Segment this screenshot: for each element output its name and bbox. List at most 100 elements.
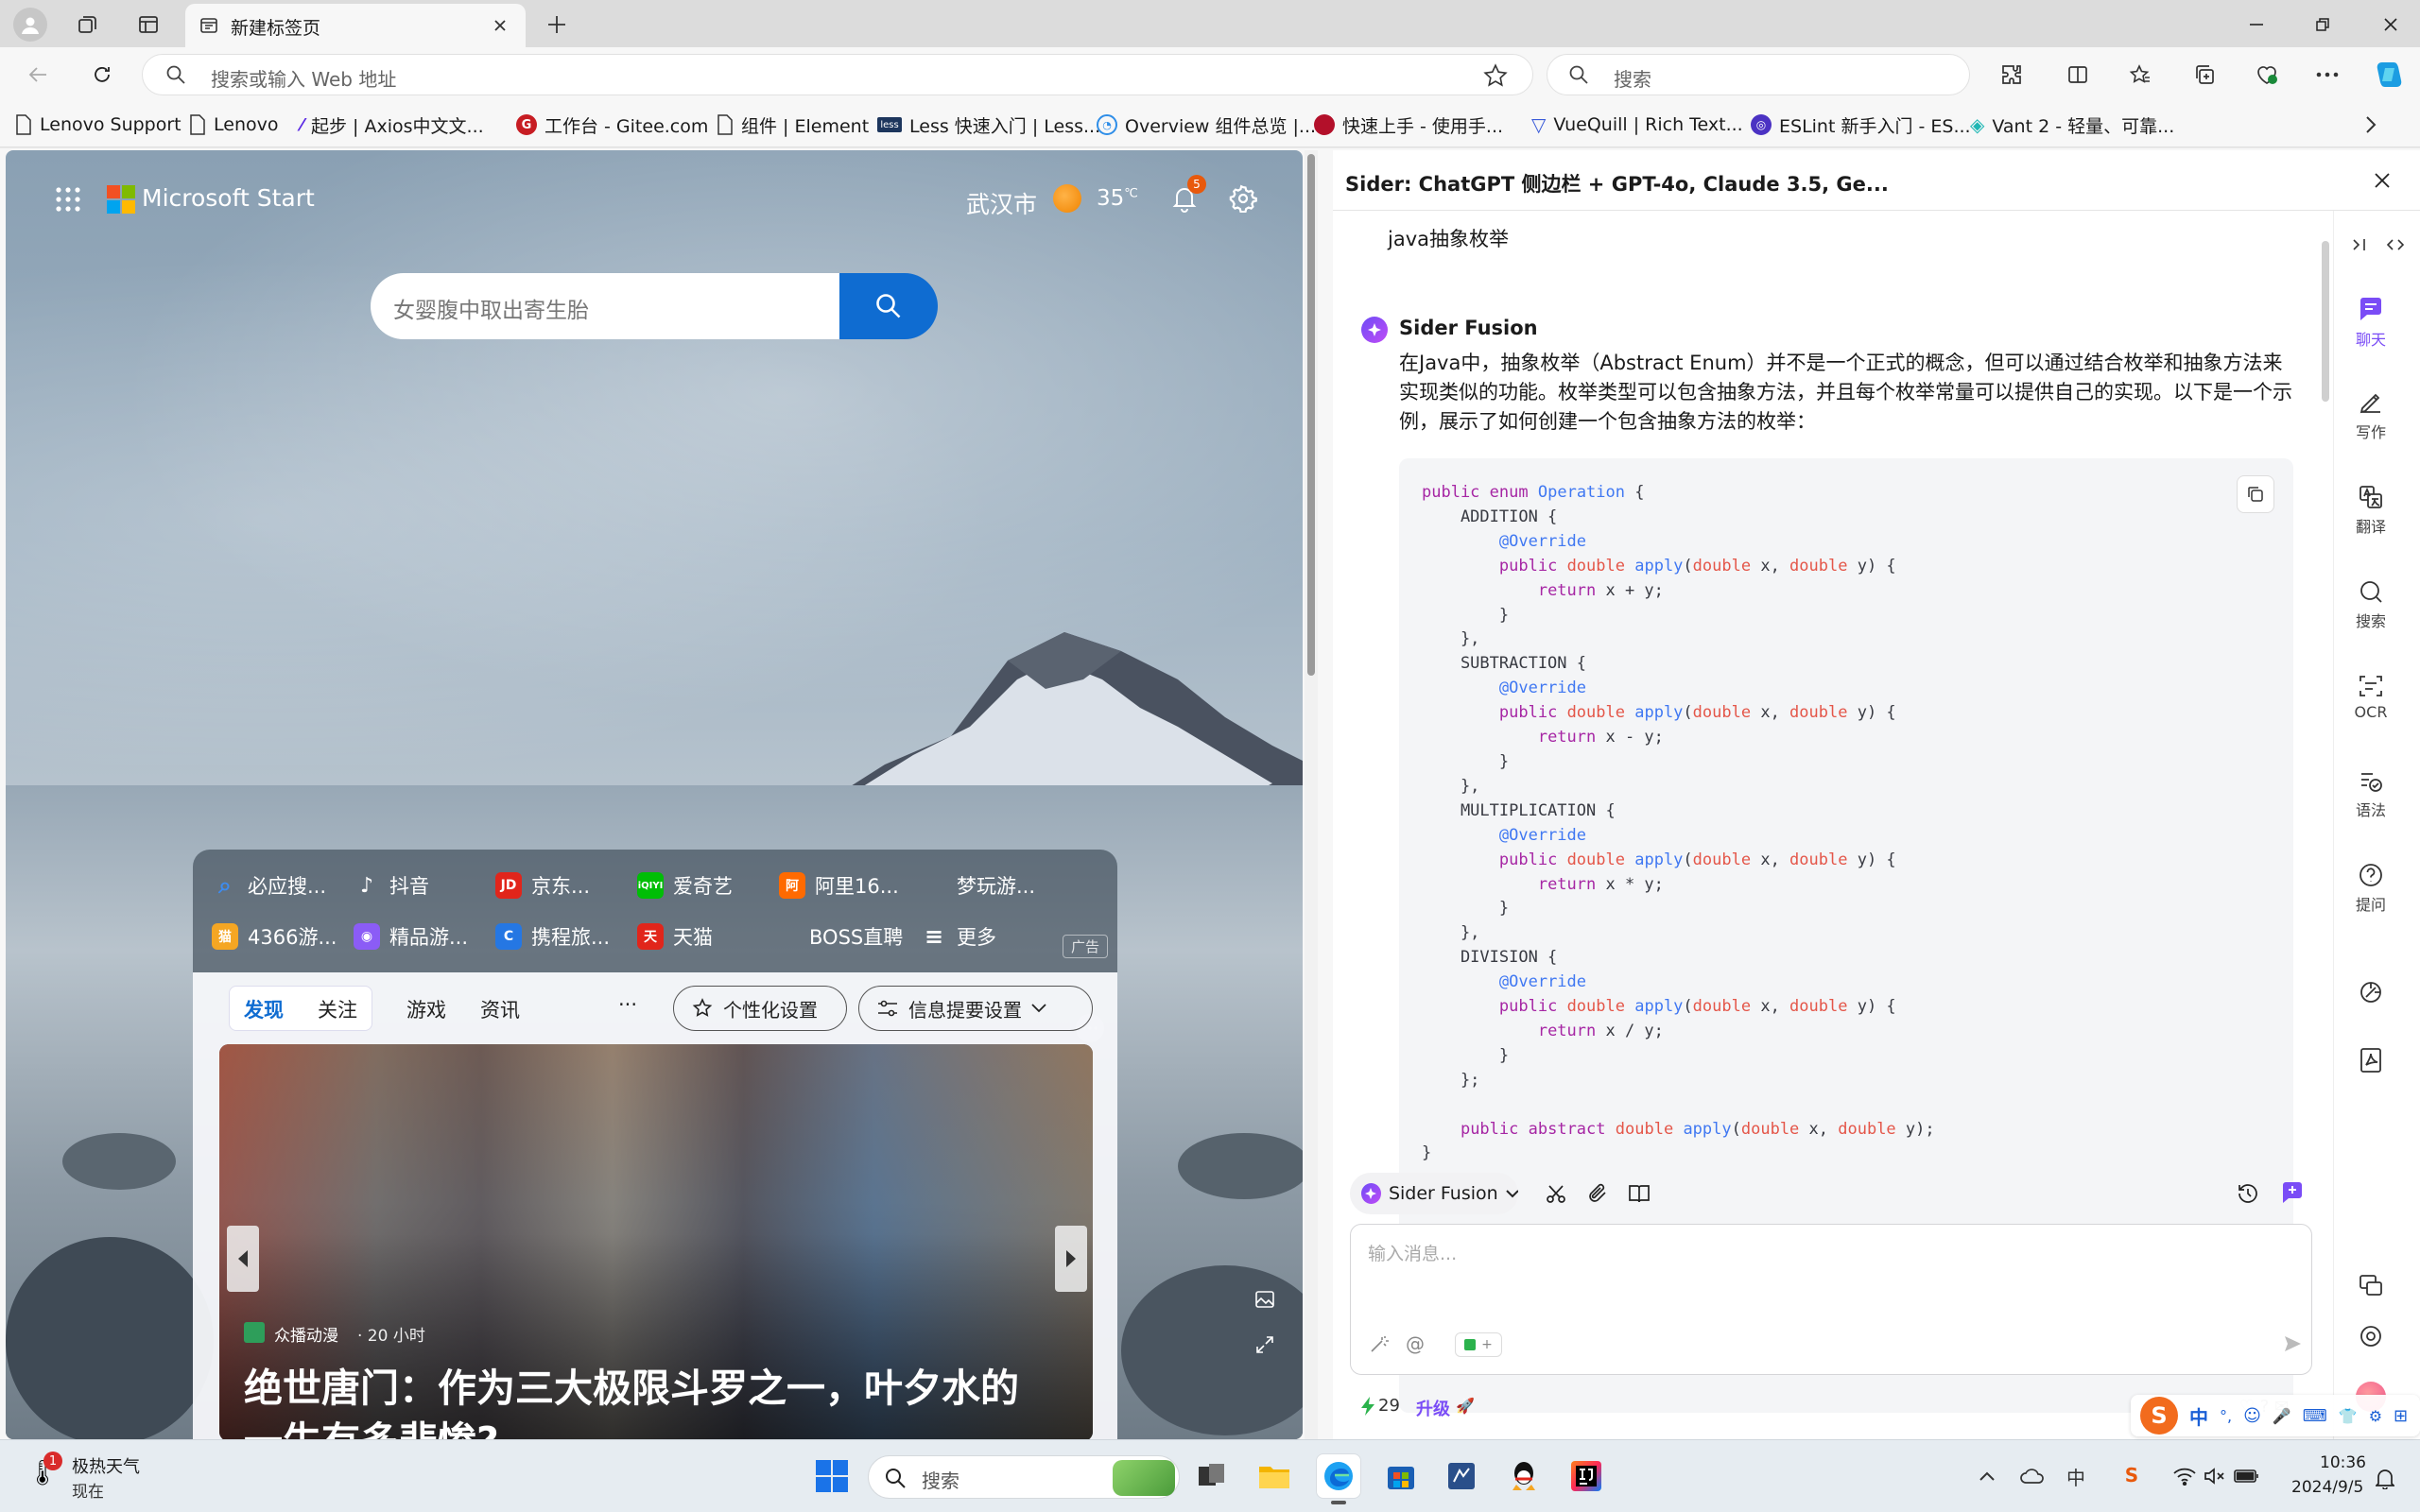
back-icon[interactable] <box>23 60 53 89</box>
shortcuts-more-button[interactable]: ≡ 更多 <box>921 918 996 955</box>
settings-more-icon[interactable] <box>2312 60 2342 89</box>
article-source[interactable]: 众播动漫 <box>274 1322 338 1346</box>
rail-search[interactable]: 搜索 <box>2342 578 2399 631</box>
favorites-icon[interactable] <box>2125 60 2155 89</box>
favorite-item[interactable]: ◔ Overview 组件总览 |... <box>1097 111 1316 139</box>
message-input[interactable]: 输入消息... @ + <box>1350 1224 2312 1375</box>
ime-emoji-icon[interactable]: ☺ <box>2243 1406 2261 1426</box>
refresh-icon[interactable] <box>87 60 117 89</box>
web-search-box[interactable]: 女婴腹中取出寄生胎 <box>371 273 845 339</box>
weather-city[interactable]: 武汉市 <box>966 186 1037 220</box>
tab-games[interactable]: 游戏 <box>406 995 446 1023</box>
ime-toolbox-icon[interactable]: ⊞ <box>2394 1406 2408 1426</box>
brand-title[interactable]: Microsoft Start <box>142 184 315 212</box>
scrollbar-thumb[interactable] <box>1307 154 1315 676</box>
sider-settings-icon[interactable] <box>2356 1321 2386 1351</box>
image-info-icon[interactable] <box>1252 1286 1278 1313</box>
shortcut-item[interactable]: iQIYI 爱奇艺 <box>637 867 733 904</box>
article-card[interactable]: 众播动漫 · 20 小时 绝世唐门：作为三大极限斗罗之一，叶夕水的一生有多悲惨? <box>219 1044 1093 1439</box>
carousel-next-icon[interactable] <box>1055 1226 1087 1292</box>
carousel-prev-icon[interactable] <box>227 1226 259 1292</box>
clock-time[interactable]: 10:36 <box>2320 1453 2366 1472</box>
favorite-star-icon[interactable] <box>1483 63 1508 88</box>
file-explorer-button[interactable] <box>1252 1453 1297 1499</box>
reading-icon[interactable] <box>1626 1180 1652 1207</box>
rail-chat[interactable]: 聊天 <box>2342 295 2399 350</box>
expand-icon[interactable] <box>1252 1332 1278 1358</box>
task-view-button[interactable] <box>1189 1453 1235 1499</box>
scissors-icon[interactable] <box>1543 1180 1569 1207</box>
browser-search-box[interactable]: 搜索 <box>1547 54 1970 95</box>
workspaces-icon[interactable] <box>72 9 104 40</box>
send-icon[interactable] <box>2281 1332 2304 1355</box>
shortcut-item[interactable]: 阿阿里16... <box>779 867 899 904</box>
history-icon[interactable] <box>2235 1180 2261 1207</box>
weather-title[interactable]: 极热天气 <box>72 1453 140 1478</box>
favorite-item[interactable]: ▽ VueQuill | Rich Text... <box>1531 111 1743 139</box>
tray-overflow-chevron-icon[interactable] <box>1976 1465 1998 1487</box>
favorite-item[interactable]: less Less 快速入门 | Less... <box>877 111 1100 139</box>
rail-grammar[interactable]: 语法 <box>2342 767 2399 820</box>
shortcut-item[interactable]: JD 京东... <box>495 867 590 904</box>
favorite-item[interactable]: ◎ ESLint 新手入门 - ES... <box>1751 111 1971 139</box>
battery-icon[interactable] <box>2233 1467 2261 1486</box>
sogou-ime-icon[interactable]: S <box>2119 1463 2144 1487</box>
page-scrollbar[interactable] <box>1305 150 1318 1439</box>
address-bar[interactable]: 搜索或输入 Web 地址 <box>142 54 1533 95</box>
vertical-tabs-icon[interactable] <box>132 9 164 40</box>
tab-news[interactable]: 资讯 <box>480 995 520 1023</box>
info-settings-button[interactable]: 信息提要设置 <box>858 986 1093 1031</box>
code-toggle-icon[interactable] <box>2384 233 2407 256</box>
wifi-icon[interactable] <box>2172 1465 2197 1487</box>
upgrade-link[interactable]: 升级 <box>1416 1396 1450 1420</box>
shortcut-item[interactable]: 梦玩游... <box>921 867 1035 904</box>
close-window-icon[interactable] <box>2377 11 2405 38</box>
weather-temperature[interactable]: 35℃ <box>1097 186 1138 211</box>
sider-close-icon[interactable] <box>2369 167 2395 194</box>
ime-voice-icon[interactable]: 🎤 <box>2273 1407 2291 1425</box>
edge-button[interactable] <box>1316 1453 1361 1499</box>
screenshot-icon[interactable] <box>2356 1270 2386 1300</box>
shortcut-item[interactable]: C 携程旅... <box>495 918 610 955</box>
store-button[interactable] <box>1378 1453 1424 1499</box>
new-tab-plus-icon[interactable] <box>543 11 571 38</box>
tab-discover[interactable]: 发现 <box>244 995 284 1023</box>
tab-close-icon[interactable] <box>490 15 510 36</box>
tab-new-tab[interactable]: 新建标签页 <box>185 4 526 47</box>
ime-keyboard-icon[interactable]: ⌨ <box>2303 1406 2327 1426</box>
split-screen-icon[interactable] <box>2063 60 2093 89</box>
sogou-ime-toolbar[interactable]: S 中 °, ☺ 🎤 ⌨ 👕 ⚙ ⊞ <box>2131 1395 2420 1436</box>
clock-date[interactable]: 2024/9/5 <box>2291 1478 2363 1497</box>
article-title[interactable]: 绝世唐门：作为三大极限斗罗之一，叶夕水的一生有多悲惨? <box>244 1362 1057 1439</box>
page-settings-gear-icon[interactable] <box>1227 182 1259 215</box>
restore-icon[interactable] <box>2308 11 2337 38</box>
shortcut-item[interactable]: ◉ 精品游... <box>354 918 468 955</box>
favorite-item[interactable]: Lenovo Support <box>15 111 182 139</box>
start-button[interactable] <box>809 1453 855 1499</box>
collections-icon[interactable] <box>2189 60 2220 89</box>
browser-essentials-icon[interactable] <box>2252 60 2282 89</box>
tab-following[interactable]: 关注 <box>318 995 357 1023</box>
profile-icon[interactable] <box>13 8 47 42</box>
shortcut-item[interactable]: ♪ 抖音 <box>354 867 429 904</box>
taskbar-search[interactable]: 搜索 <box>868 1455 1180 1499</box>
notifications-center-icon[interactable] <box>2373 1467 2397 1491</box>
ime-punctuation-label[interactable]: °, <box>2220 1407 2232 1425</box>
ime-mode-label[interactable]: 中 <box>2189 1402 2208 1430</box>
chat-scrollbar-thumb[interactable] <box>2322 241 2329 402</box>
intellij-button[interactable] <box>1564 1453 1609 1499</box>
shortcut-item[interactable]: 猫 4366游... <box>212 918 337 955</box>
add-context-chip[interactable]: + <box>1455 1332 1502 1357</box>
favorite-item[interactable]: 快速上手 - 使用手... <box>1314 111 1503 139</box>
favorites-overflow-chevron-icon[interactable] <box>2358 112 2384 138</box>
favorite-item[interactable]: G 工作台 - Gitee.com <box>516 111 708 139</box>
personalize-button[interactable]: 个性化设置 <box>673 986 847 1031</box>
rail-translate[interactable]: 翻译 <box>2342 484 2399 537</box>
onedrive-icon[interactable] <box>2019 1465 2046 1487</box>
chatgpt-icon[interactable] <box>2356 977 2386 1007</box>
volume-muted-icon[interactable] <box>2203 1465 2227 1487</box>
attachment-icon[interactable] <box>1584 1180 1611 1207</box>
shortcut-item[interactable]: 天天猫 <box>637 918 713 955</box>
favorite-item[interactable]: ◈ Vant 2 - 轻量、可靠... <box>1970 111 2174 139</box>
collapse-icon[interactable] <box>2348 233 2371 256</box>
